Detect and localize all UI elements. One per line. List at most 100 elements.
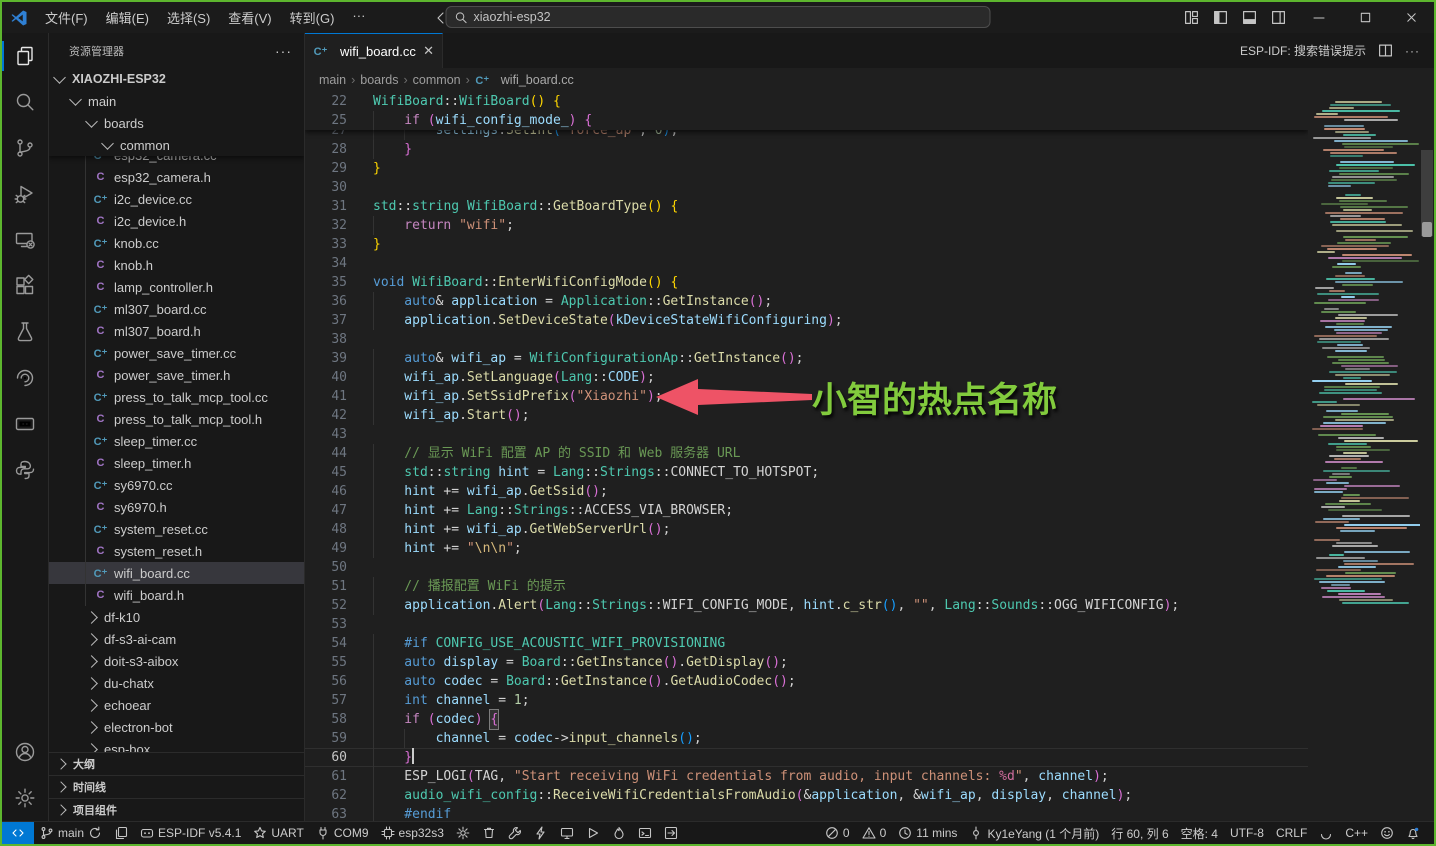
split-editor-icon[interactable] (1378, 43, 1393, 58)
tree-folder-df-k10[interactable]: df-k10 (49, 606, 304, 628)
git-branch[interactable]: main (34, 822, 108, 844)
full-clean[interactable] (476, 822, 502, 844)
activity-explorer[interactable] (2, 33, 48, 79)
tree-file-lamp_controller-h[interactable]: Clamp_controller.h (49, 276, 304, 298)
activity-debug[interactable] (2, 171, 48, 217)
flash-method-uart[interactable]: UART (247, 822, 309, 844)
toggle-secondary-sidebar-icon[interactable] (1271, 10, 1286, 25)
espidf-search-errors-button[interactable]: ESP-IDF: 搜索错误提示 (1240, 42, 1366, 59)
tree-folder-esp-box[interactable]: esp-box (49, 738, 304, 752)
minimize-button[interactable] (1296, 2, 1342, 33)
tree-file-press_to_talk_mcp_tool-cc[interactable]: C⁺press_to_talk_mcp_tool.cc (49, 386, 304, 408)
section-1[interactable]: 时间线 (49, 775, 304, 798)
tree-folder-electron-bot[interactable]: electron-bot (49, 716, 304, 738)
session-timer[interactable]: 11 mins (892, 822, 963, 844)
compare-item[interactable] (108, 822, 134, 844)
activity-settings[interactable] (2, 775, 48, 821)
remote-indicator[interactable] (2, 822, 34, 844)
menu-item-2[interactable]: 选择(S) (158, 8, 219, 27)
tree-file-sleep_timer-h[interactable]: Csleep_timer.h (49, 452, 304, 474)
breadcrumb-item[interactable]: boards (360, 73, 398, 87)
breadcrumb-item[interactable]: main (319, 73, 346, 87)
eol-sequence[interactable]: CRLF (1270, 822, 1313, 844)
sdkconfig-editor[interactable] (450, 822, 476, 844)
menu-more[interactable]: ··· (343, 8, 374, 27)
menu-item-3[interactable]: 查看(V) (219, 8, 280, 27)
editor-scrollbar[interactable] (1420, 92, 1434, 821)
tab-close-icon[interactable]: ✕ (423, 43, 434, 59)
language-mode[interactable]: C++ (1339, 822, 1374, 844)
command-center-search[interactable]: xiaozhi-esp32 (446, 6, 991, 28)
scrollbar-handle[interactable] (1422, 222, 1432, 237)
tree-folder-doit-s3-aibox[interactable]: doit-s3-aibox (49, 650, 304, 672)
tree-file-system_reset-cc[interactable]: C⁺system_reset.cc (49, 518, 304, 540)
tree-file-wifi_board-cc[interactable]: C⁺wifi_board.cc (49, 562, 304, 584)
tree-file-press_to_talk_mcp_tool-h[interactable]: Cpress_to_talk_mcp_tool.h (49, 408, 304, 430)
tree-folder-df-s3-ai-cam[interactable]: df-s3-ai-cam (49, 628, 304, 650)
build-project[interactable] (502, 822, 528, 844)
open-command[interactable] (658, 822, 684, 844)
serial-port[interactable]: COM9 (310, 822, 375, 844)
breadcrumb-item[interactable]: common (413, 73, 461, 87)
tree-folder-du-chatx[interactable]: du-chatx (49, 672, 304, 694)
tree-file-power_save_timer-h[interactable]: Cpower_save_timer.h (49, 364, 304, 386)
activity-testing[interactable] (2, 309, 48, 355)
tree-file-ml307_board-h[interactable]: Cml307_board.h (49, 320, 304, 342)
sidebar-more-actions[interactable]: ··· (275, 43, 292, 59)
flash-device[interactable] (528, 822, 554, 844)
activity-extensions[interactable] (2, 263, 48, 309)
build-flash-monitor[interactable] (580, 822, 606, 844)
espidf-version[interactable]: ESP-IDF v5.4.1 (134, 822, 247, 844)
tree-folder-main[interactable]: main (49, 90, 304, 112)
tree-root[interactable]: XIAOZHI-ESP32 (49, 68, 304, 90)
tree-file-esp32_camera-h[interactable]: Cesp32_camera.h (49, 166, 304, 188)
activity-scm[interactable] (2, 125, 48, 171)
device-target[interactable]: esp32s3 (375, 822, 450, 844)
tree-folder-common[interactable]: common (49, 134, 304, 156)
notifications[interactable] (1400, 822, 1426, 844)
tree-file-knob-cc[interactable]: C⁺knob.cc (49, 232, 304, 254)
tree-file-system_reset-h[interactable]: Csystem_reset.h (49, 540, 304, 562)
tree-file-power_save_timer-cc[interactable]: C⁺power_save_timer.cc (49, 342, 304, 364)
breadcrumb[interactable]: main›boards›common›C⁺wifi_board.cc (305, 68, 1434, 92)
tree-file-sy6970-cc[interactable]: C⁺sy6970.cc (49, 474, 304, 496)
tree-file-ml307_board-cc[interactable]: C⁺ml307_board.cc (49, 298, 304, 320)
activity-account[interactable] (2, 729, 48, 775)
tree-file-knob-h[interactable]: Cknob.h (49, 254, 304, 276)
editor-more-actions[interactable]: ··· (1405, 44, 1420, 58)
tree-file-i2c_device-h[interactable]: Ci2c_device.h (49, 210, 304, 232)
toggle-sidebar-icon[interactable] (1213, 10, 1228, 25)
tree-file-i2c_device-cc[interactable]: C⁺i2c_device.cc (49, 188, 304, 210)
tree-folder-boards[interactable]: boards (49, 112, 304, 134)
tree-file-wifi_board-h[interactable]: Cwifi_board.h (49, 584, 304, 606)
tree-file-sy6970-h[interactable]: Csy6970.h (49, 496, 304, 518)
feedback[interactable] (1374, 822, 1400, 844)
indentation[interactable]: 空格: 4 (1175, 822, 1224, 844)
errors-count[interactable]: 0 (819, 822, 856, 844)
warnings-count[interactable]: 0 (856, 822, 893, 844)
language-status[interactable] (1313, 822, 1339, 844)
breadcrumb-file[interactable]: C⁺wifi_board.cc (475, 73, 574, 87)
menu-item-4[interactable]: 转到(G) (281, 8, 344, 27)
code-viewport[interactable]: 22WifiBoard::WifiBoard() {25 if (wifi_co… (305, 92, 1308, 821)
close-button[interactable] (1388, 2, 1434, 33)
section-0[interactable]: 大纲 (49, 752, 304, 775)
activity-remote[interactable] (2, 217, 48, 263)
git-blame[interactable]: Ky1eYang (1 个月前) (963, 822, 1105, 844)
encoding[interactable]: UTF-8 (1224, 822, 1270, 844)
maximize-button[interactable] (1342, 2, 1388, 33)
tab-wifi-board-cc[interactable]: C⁺ wifi_board.cc ✕ (305, 33, 443, 68)
minimap[interactable] (1308, 92, 1420, 821)
activity-search[interactable] (2, 79, 48, 125)
cursor-position[interactable]: 行 60, 列 6 (1105, 822, 1174, 844)
menu-item-0[interactable]: 文件(F) (36, 8, 97, 27)
idf-terminal[interactable] (632, 822, 658, 844)
monitor-device[interactable] (554, 822, 580, 844)
customize-layout-icon[interactable] (1184, 10, 1199, 25)
activity-python[interactable] (2, 447, 48, 493)
tree-file-clipped[interactable]: C⁺esp32_camera.cc (49, 156, 304, 166)
section-2[interactable]: 项目组件 (49, 798, 304, 821)
activity-espressif[interactable] (2, 355, 48, 401)
tree-file-sleep_timer-cc[interactable]: C⁺sleep_timer.cc (49, 430, 304, 452)
menu-item-1[interactable]: 编辑(E) (97, 8, 158, 27)
